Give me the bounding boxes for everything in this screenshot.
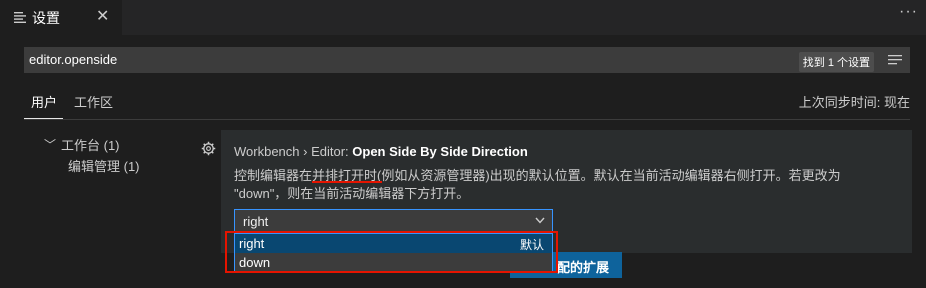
tab-title: 设置: [32, 10, 60, 26]
tab-workspace-settings[interactable]: 工作区: [74, 92, 113, 111]
header-divider: [24, 119, 910, 120]
settings-search-input[interactable]: editor.openside 找到 1 个设置: [24, 47, 910, 73]
tab-user-settings[interactable]: 用户: [31, 92, 57, 111]
annotation-highlight-box: [225, 231, 558, 273]
filter-icon[interactable]: [888, 53, 902, 67]
setting-category: Workbench › Editor:: [234, 144, 353, 159]
toc-item-workbench[interactable]: 工作台 (1): [61, 135, 120, 154]
more-actions-icon[interactable]: ···: [899, 3, 918, 21]
toc-item-editor-management[interactable]: 编辑管理 (1): [68, 156, 140, 175]
chevron-down-icon[interactable]: ﹀: [44, 136, 56, 153]
extension-button-label: 配的扩展: [556, 260, 609, 275]
setting-title: Workbench › Editor: Open Side By Side Di…: [234, 144, 528, 159]
setting-description-line2: "down"，则在当前活动编辑器下方打开。: [234, 186, 470, 201]
gear-icon[interactable]: [201, 141, 216, 156]
chevron-down-icon: [535, 217, 545, 224]
close-icon[interactable]: ✕: [96, 6, 109, 26]
setting-name: Open Side By Side Direction: [352, 144, 528, 159]
last-sync-status: 上次同步时间: 现在: [798, 95, 910, 110]
search-result-count: 找到 1 个设置: [798, 52, 874, 72]
search-query[interactable]: editor.openside: [29, 52, 117, 67]
settings-file-icon: [14, 12, 26, 23]
annotation-underline: [312, 181, 382, 183]
select-value: right: [243, 214, 269, 229]
settings-tab[interactable]: 设置 ✕: [0, 0, 122, 35]
editor-tab-bar: 设置 ✕ ···: [0, 0, 926, 35]
direction-select[interactable]: right: [234, 209, 553, 233]
